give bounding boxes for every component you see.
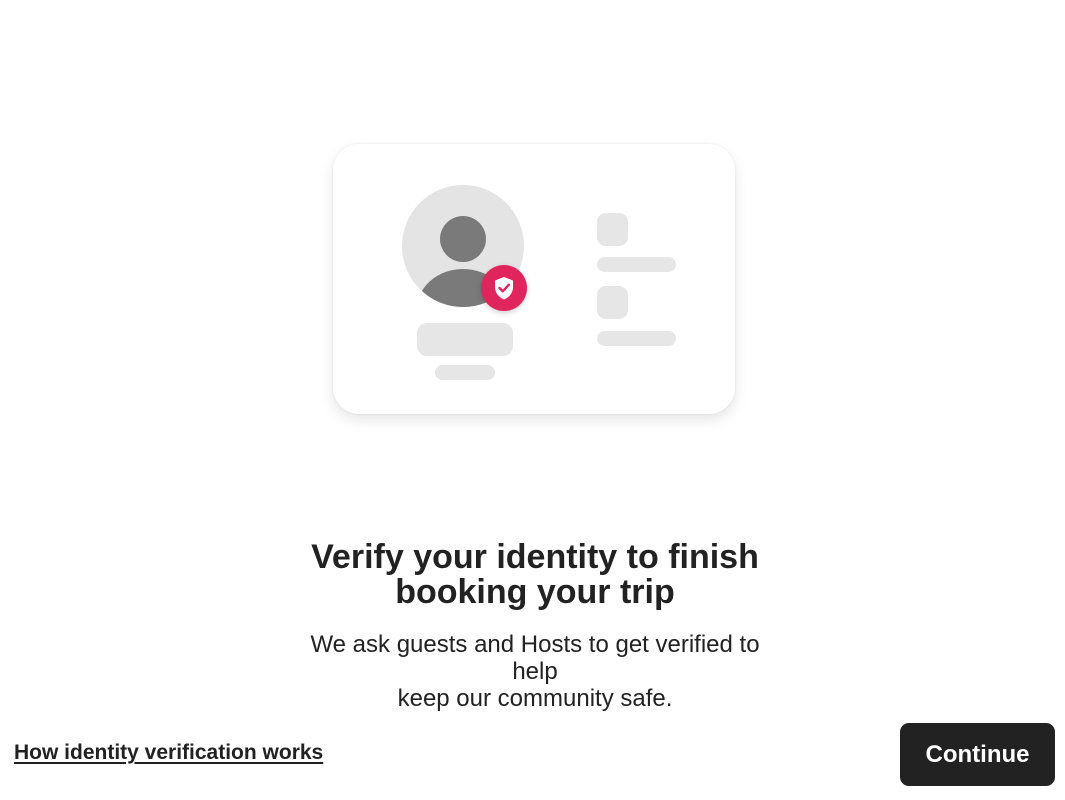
identity-verification-page: Verify your identity to finish booking y… [0, 0, 1065, 800]
how-verification-works-link[interactable]: How identity verification works [14, 741, 323, 765]
shield-check-icon [495, 277, 513, 300]
subtext-placeholder [435, 365, 495, 380]
continue-button[interactable]: Continue [900, 723, 1055, 786]
page-title: Verify your identity to finish booking y… [300, 540, 770, 610]
id-card-illustration [333, 144, 735, 414]
title-line: Verify your identity to finish [311, 538, 759, 576]
name-placeholder [417, 323, 513, 356]
detail-line-placeholder [597, 331, 676, 346]
subtitle-line: keep our community safe. [397, 685, 673, 712]
detail-line-placeholder [597, 257, 676, 272]
title-line: booking your trip [395, 573, 675, 611]
subtitle-line: We ask guests and Hosts to get verified … [310, 631, 760, 685]
avatar [402, 185, 527, 311]
detail-icon-placeholder [597, 286, 628, 319]
verified-shield-badge [481, 265, 527, 311]
detail-icon-placeholder [597, 213, 628, 246]
page-subtitle: We ask guests and Hosts to get verified … [290, 631, 780, 712]
